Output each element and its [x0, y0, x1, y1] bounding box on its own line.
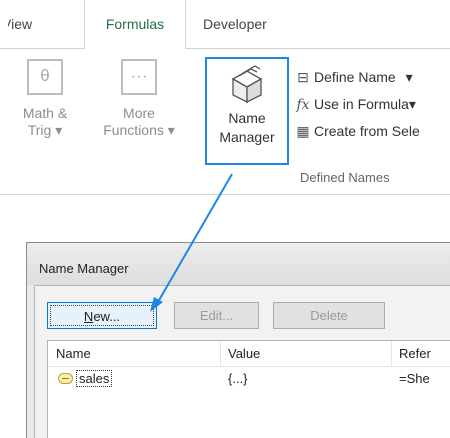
math-trig-button[interactable]: θ Math & Trig ▾ — [12, 59, 78, 139]
name-tag-icon — [58, 373, 73, 384]
math-trig-label-1: Math & — [22, 105, 68, 121]
tab-formulas[interactable]: Formulas — [84, 0, 186, 49]
row-name: sales — [76, 370, 113, 387]
name-manager-icon — [231, 65, 263, 103]
math-trig-icon: θ — [27, 59, 63, 95]
create-from-selection-button[interactable]: ▦ Create from Sele — [292, 120, 419, 142]
column-separator[interactable] — [391, 341, 392, 367]
more-functions-icon: ··· — [121, 59, 157, 95]
new-button[interactable]: New... — [47, 302, 157, 329]
defined-names-group-label: Defined Names — [300, 170, 390, 185]
name-manager-dialog: Name Manager New... Edit... Delete Name … — [26, 242, 450, 438]
ribbon-divider — [0, 194, 450, 195]
row-value: {...} — [228, 371, 248, 386]
edit-button[interactable]: Edit... — [174, 302, 259, 329]
name-manager-button[interactable]: Name Manager — [205, 57, 289, 165]
dialog-title: Name Manager — [39, 261, 129, 276]
column-separator[interactable] — [220, 341, 221, 367]
more-functions-label-2: Functions ▾ — [103, 122, 175, 138]
dialog-titlebar[interactable]: Name Manager — [27, 243, 450, 285]
row-refers-to: =She — [399, 371, 430, 386]
use-in-formula-button[interactable]: fx Use in Formula▾ — [292, 93, 416, 115]
name-manager-label-1: Name — [228, 110, 266, 126]
more-functions-button[interactable]: ··· More Functions ▾ — [84, 59, 194, 139]
names-list[interactable]: Name Value Refer sales {...} =She — [47, 340, 450, 438]
define-name-dropdown-icon[interactable]: ▾ — [406, 69, 413, 85]
new-button-label: New... — [50, 305, 154, 326]
column-header-name[interactable]: Name — [56, 346, 91, 361]
ribbon-formulas: θ Math & Trig ▾ ··· More Functions ▾ Nam… — [0, 49, 450, 194]
more-functions-label-1: More — [123, 105, 155, 121]
column-header-value[interactable]: Value — [228, 346, 260, 361]
column-header-refers-to[interactable]: Refer — [399, 346, 431, 361]
delete-button[interactable]: Delete — [273, 302, 385, 329]
list-item[interactable]: sales {...} =She — [48, 368, 450, 390]
math-trig-label-2: Trig ▾ — [27, 122, 63, 138]
name-manager-label-2: Manager — [219, 129, 275, 145]
tab-view[interactable]: View — [8, 0, 58, 48]
fx-icon: fx — [296, 97, 310, 113]
define-name-button[interactable]: ⊟ Define Name ▾ — [292, 66, 413, 88]
list-header: Name Value Refer — [48, 341, 450, 367]
dialog-body: New... Edit... Delete Name Value Refer s… — [34, 285, 450, 438]
tab-developer[interactable]: Developer — [203, 0, 303, 48]
create-from-selection-icon: ▦ — [296, 123, 310, 139]
define-name-icon: ⊟ — [297, 69, 309, 85]
